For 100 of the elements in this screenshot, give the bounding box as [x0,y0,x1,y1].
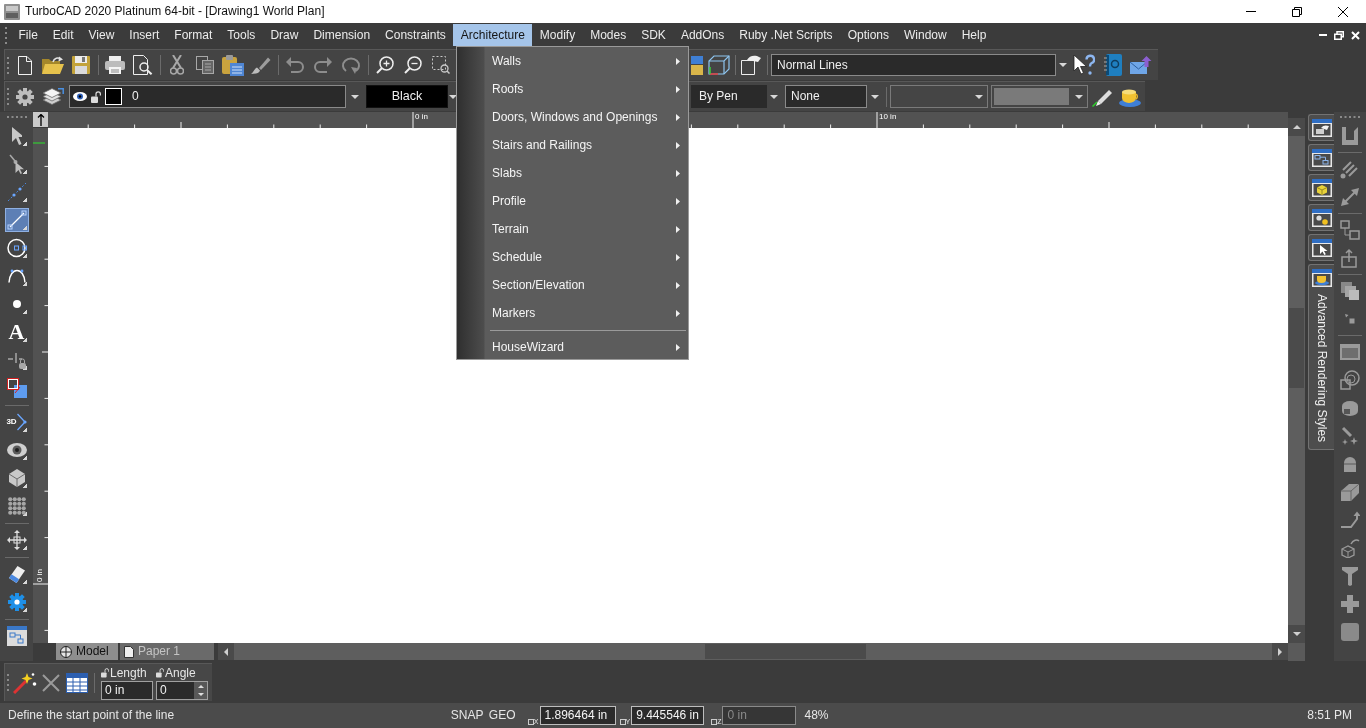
scroll-up-button[interactable] [1288,118,1305,136]
save-icon[interactable] [72,56,90,74]
caret-icon[interactable] [350,94,359,99]
cut-icon[interactable] [170,55,184,75]
submenu-item[interactable]: Doors, Windows and Openings [457,103,688,131]
restore-icon[interactable] [1292,6,1302,17]
menu-item[interactable]: Insert [121,24,167,46]
ruler-corner[interactable] [33,112,48,127]
ring-shapes-icon[interactable] [1340,370,1360,390]
magic-wand-icon[interactable] [13,671,37,694]
palette-tab[interactable] [1308,114,1334,141]
double-arrow-icon[interactable] [1340,187,1360,207]
palette-tab[interactable] [1308,144,1334,171]
grip-handle[interactable] [4,26,7,44]
menu-item[interactable]: View [81,24,122,46]
table-icon[interactable] [66,672,88,693]
palette-tab[interactable] [1308,234,1334,261]
coordinate-field[interactable]: 9.445546 in [631,706,705,725]
gear-icon[interactable] [15,86,35,107]
submenu-item[interactable]: Markers [457,299,688,327]
menu-item[interactable]: Constraints [377,24,454,46]
layer-combo[interactable]: 0 [69,85,346,108]
menu-item[interactable]: AddOns [673,24,732,46]
help-cursor-icon[interactable] [1073,54,1095,76]
scroll-right-button[interactable] [1272,643,1288,660]
zoom-out-icon[interactable] [404,56,422,74]
color-combo[interactable]: Black [366,85,448,108]
dropdown-field[interactable] [991,85,1088,108]
dropdown-field[interactable] [890,85,988,108]
copy-icon[interactable] [196,56,214,74]
submenu-item[interactable]: Roofs [457,75,688,103]
submenu-item[interactable]: Stairs and Railings [457,131,688,159]
book-icon[interactable] [1104,54,1122,76]
plus-icon[interactable] [1340,594,1360,614]
menu-item[interactable]: Window [896,24,955,46]
spin-up-icon[interactable] [197,684,204,688]
caret-icon[interactable] [1058,63,1067,67]
stacked-squares-icon[interactable] [1340,281,1360,301]
grip-handle[interactable] [1340,116,1360,118]
menu-item[interactable]: Modify [532,24,583,46]
menu-item[interactable]: Edit [45,24,82,46]
rounded-solid-icon[interactable] [1341,399,1359,417]
horizontal-scrollbar[interactable] [218,643,1288,660]
submenu-item[interactable]: Walls [457,47,688,75]
zoom-in-icon[interactable] [376,56,394,74]
grip-handle[interactable] [7,88,9,105]
mail-icon[interactable] [1130,56,1152,74]
menu-item[interactable]: Tools [219,24,263,46]
open-folder-icon[interactable] [42,56,64,74]
sheet-tab[interactable]: Model [56,643,118,660]
linked-squares-icon[interactable] [1340,220,1360,240]
menu-item[interactable]: Help [954,24,994,46]
printer-icon[interactable] [105,56,125,74]
layer-stack-icon[interactable] [42,87,64,106]
sheet-icon[interactable] [741,55,761,75]
menu-item[interactable]: Draw [262,24,306,46]
menu-item[interactable]: Architecture [453,24,533,46]
menu-item[interactable]: Dimension [305,24,378,46]
scroll-left-button[interactable] [218,643,234,660]
palette-tab[interactable]: Advanced Rendering Styles [1308,264,1334,451]
coordinate-field[interactable]: 1.896464 in [539,706,616,725]
tool-button[interactable] [4,376,29,400]
line-style-combo[interactable]: Normal Lines [771,54,1056,76]
funnel-icon[interactable] [1342,566,1358,586]
menu-item[interactable]: File [11,24,46,46]
dome-icon[interactable] [1343,456,1357,472]
cancel-icon[interactable] [42,673,60,692]
caret-icon[interactable] [770,94,778,99]
palette-tab[interactable] [1308,174,1334,201]
close-icon[interactable] [1338,6,1348,17]
bent-arrow-icon[interactable] [1340,511,1360,529]
tool-button[interactable] [4,624,29,648]
drawing-canvas[interactable] [48,128,1288,643]
undo-icon[interactable] [286,57,304,73]
submenu-item[interactable]: Schedule [457,243,688,271]
submenu-item[interactable]: Terrain [457,215,688,243]
tool-button[interactable] [4,208,29,232]
submenu-item[interactable]: Slabs [457,159,688,187]
diagonal-lines-icon[interactable] [1340,159,1360,179]
submenu-item[interactable]: HouseWizard [457,333,688,361]
cube-arrow-icon[interactable] [1340,538,1360,558]
status-toggle[interactable]: GEO [488,708,520,723]
scroll-thumb[interactable] [705,644,866,659]
print-preview-icon[interactable] [133,55,153,75]
cube-icon[interactable] [708,55,730,75]
repeat-icon[interactable] [341,56,361,74]
vertical-scrollbar[interactable] [1288,118,1305,643]
bracket-icon[interactable] [1340,126,1360,146]
brush-icon[interactable] [251,56,271,74]
redo-icon[interactable] [314,57,332,73]
menu-item[interactable]: Format [166,24,220,46]
box-arrow-icon[interactable] [1340,248,1360,268]
grip-handle[interactable] [6,116,27,118]
submenu-item[interactable]: Profile [457,187,688,215]
caret-icon[interactable] [870,94,879,99]
spin-down-icon[interactable] [197,693,204,697]
menu-item[interactable]: Modes [582,24,634,46]
paste-icon[interactable] [222,54,244,76]
menu-item[interactable]: Ruby .Net Scripts [731,24,841,46]
submenu-item[interactable]: Section/Elevation [457,271,688,299]
